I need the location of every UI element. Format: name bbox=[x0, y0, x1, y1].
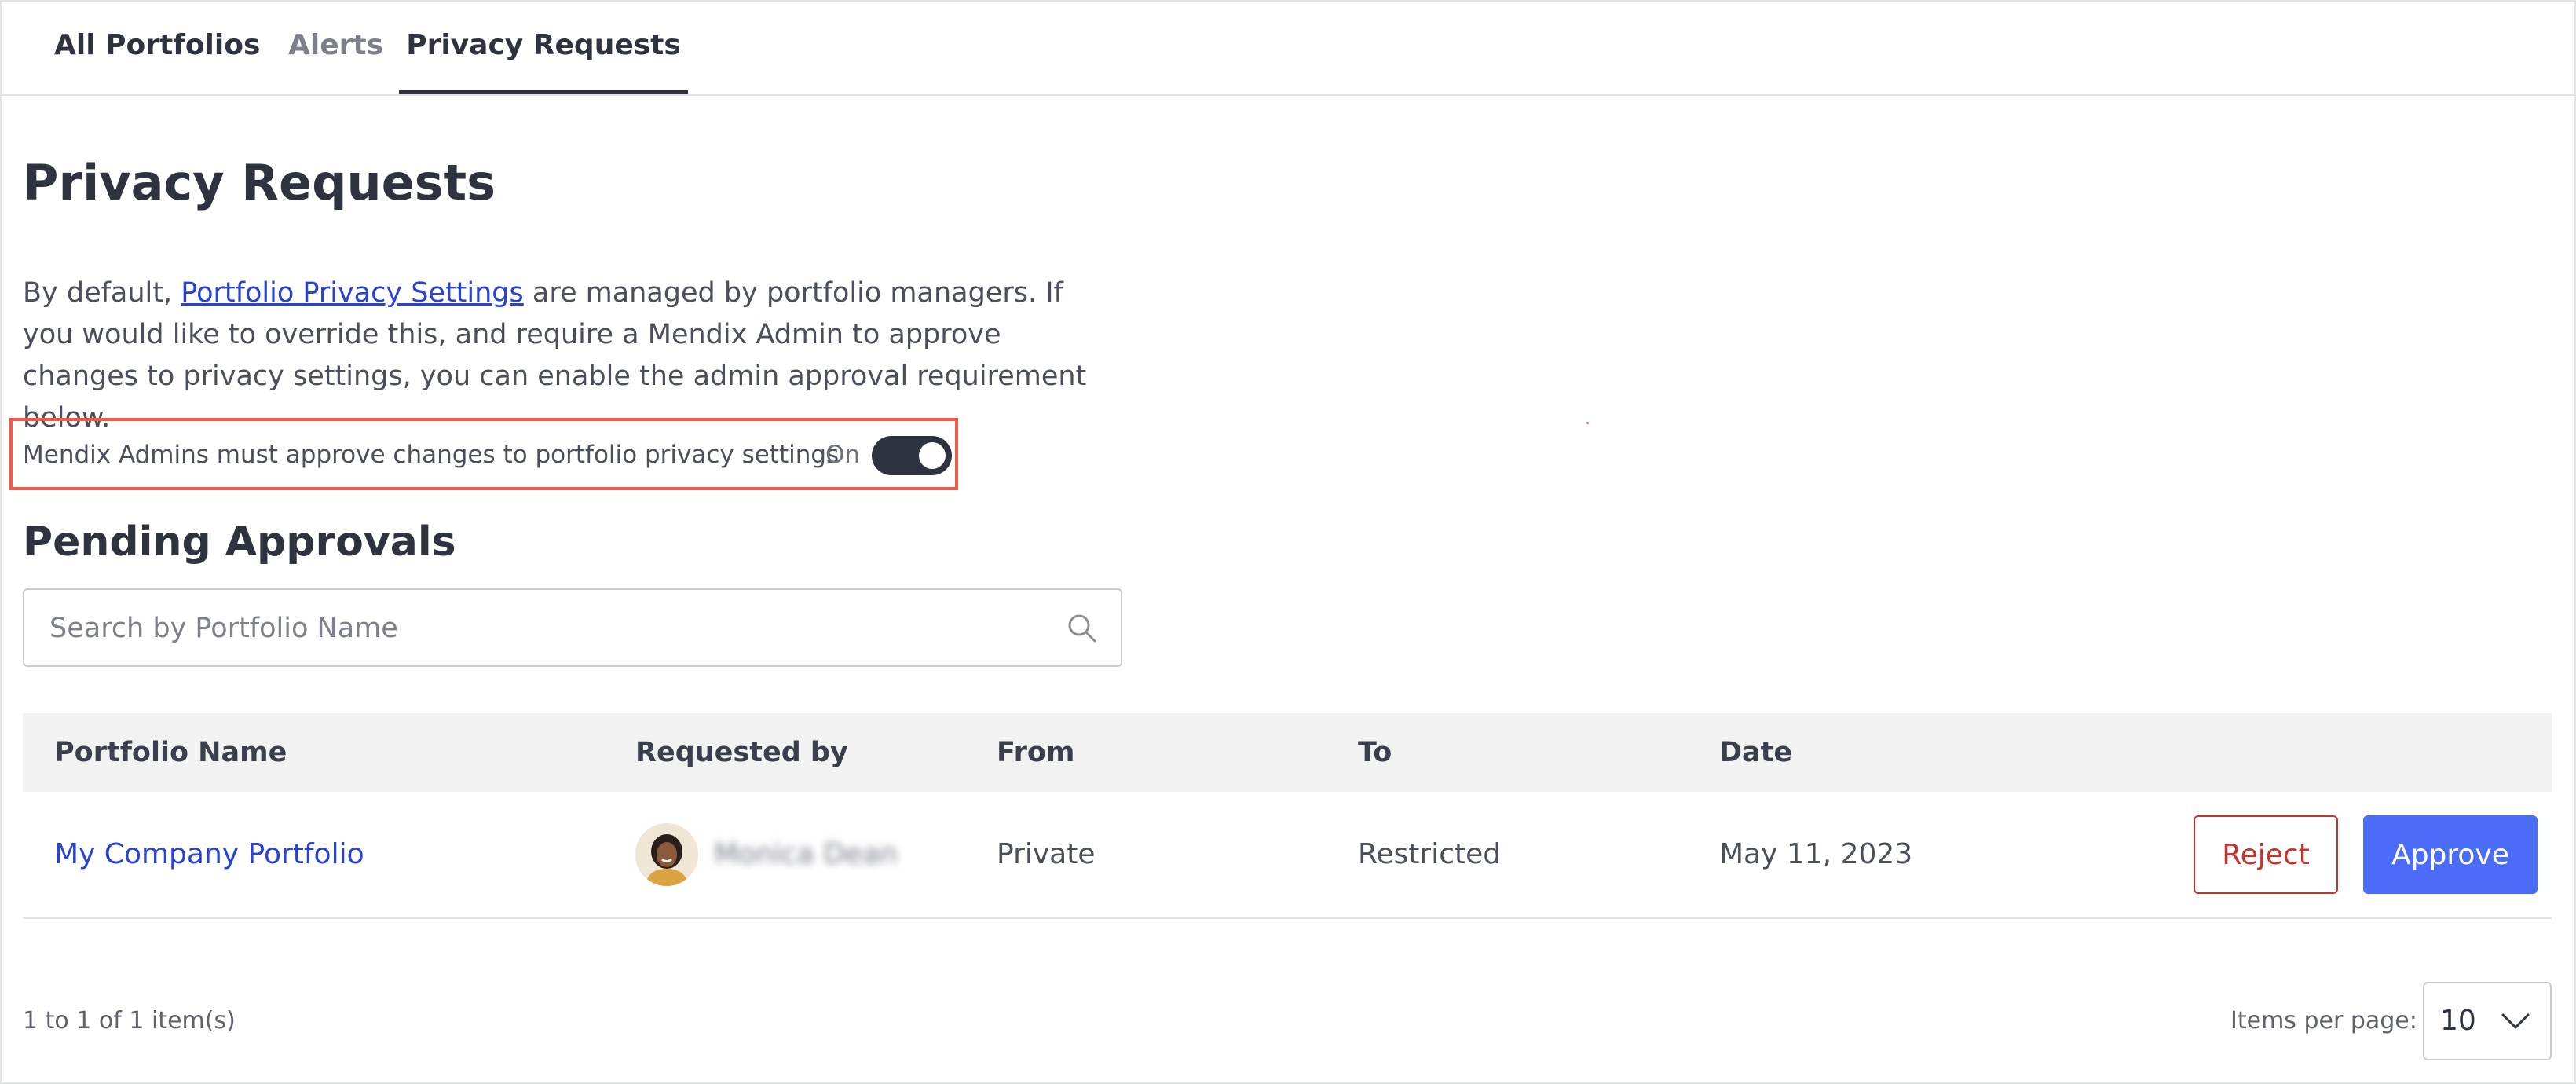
approve-button[interactable]: Approve bbox=[2363, 815, 2538, 894]
tab-privacy-requests[interactable]: Privacy Requests bbox=[399, 0, 688, 94]
admin-approval-toggle[interactable] bbox=[872, 436, 952, 475]
stray-mark bbox=[1586, 422, 1589, 424]
items-per-page-label: Items per page: bbox=[2230, 1007, 2417, 1035]
from-value: Private bbox=[997, 838, 1096, 870]
search-box bbox=[23, 588, 1122, 667]
toggle-knob bbox=[919, 442, 946, 469]
portfolio-search-input[interactable] bbox=[48, 590, 1041, 667]
page-description: By default, Portfolio Privacy Settings a… bbox=[23, 273, 1107, 439]
column-date[interactable]: Date bbox=[1719, 713, 1792, 792]
tab-alerts[interactable]: Alerts bbox=[288, 0, 383, 91]
requester-name: Monica Dean bbox=[714, 838, 898, 870]
pending-approvals-heading: Pending Approvals bbox=[23, 518, 456, 566]
search-icon[interactable] bbox=[1066, 612, 1097, 643]
tab-bar: All Portfolios Alerts Privacy Requests bbox=[0, 0, 2576, 96]
items-per-page-value: 10 bbox=[2440, 1005, 2476, 1037]
table-header: Portfolio Name Requested by From To Date bbox=[23, 713, 2552, 792]
portfolio-privacy-settings-link[interactable]: Portfolio Privacy Settings bbox=[181, 277, 524, 309]
page-title: Privacy Requests bbox=[23, 154, 496, 211]
table-row: My Company Portfolio Monica Dean Private… bbox=[23, 792, 2552, 919]
items-per-page-select[interactable]: 10 bbox=[2423, 982, 2552, 1060]
toggle-state-label: On bbox=[825, 441, 861, 469]
reject-button[interactable]: Reject bbox=[2194, 815, 2338, 894]
avatar-image bbox=[635, 823, 698, 886]
chevron-down-icon bbox=[2501, 1013, 2530, 1029]
portfolio-name-link[interactable]: My Company Portfolio bbox=[54, 792, 364, 917]
avatar bbox=[635, 823, 698, 886]
tab-all-portfolios[interactable]: All Portfolios bbox=[54, 0, 260, 91]
description-text-start: By default, bbox=[23, 277, 181, 309]
pagination-count: 1 to 1 of 1 item(s) bbox=[23, 1007, 236, 1035]
column-portfolio-name[interactable]: Portfolio Name bbox=[54, 713, 287, 792]
admin-approval-setting-label: Mendix Admins must approve changes to po… bbox=[23, 441, 840, 469]
column-requested-by[interactable]: Requested by bbox=[635, 713, 848, 792]
column-to[interactable]: To bbox=[1358, 713, 1392, 792]
column-from[interactable]: From bbox=[997, 713, 1074, 792]
date-value: May 11, 2023 bbox=[1719, 838, 1913, 870]
to-value: Restricted bbox=[1358, 838, 1502, 870]
